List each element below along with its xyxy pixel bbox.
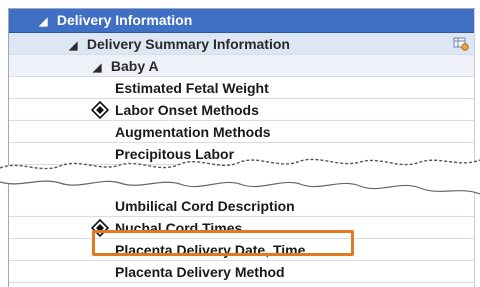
tree-item[interactable]: Augmentation Methods bbox=[9, 121, 475, 143]
panel-right-border bbox=[474, 9, 475, 287]
item-label: Augmentation Methods bbox=[115, 124, 271, 140]
item-label: Estimated Fetal Weight bbox=[115, 80, 269, 96]
highlight-box bbox=[92, 230, 354, 256]
tree-item[interactable]: Labor Onset Methods bbox=[9, 99, 475, 121]
item-label: Labor Onset Methods bbox=[115, 102, 259, 118]
customize-icon[interactable] bbox=[453, 37, 469, 51]
section-label: Delivery Information bbox=[56, 12, 193, 28]
group-baby-a[interactable]: ◢ Baby A bbox=[9, 55, 475, 77]
item-label: Placenta Delivery Method bbox=[115, 264, 285, 280]
collapse-triangle-icon[interactable]: ◢ bbox=[39, 15, 53, 28]
section-delivery-information[interactable]: ◢ Delivery Information bbox=[9, 9, 475, 33]
subsection-delivery-summary[interactable]: ◢ Delivery Summary Information bbox=[9, 33, 475, 55]
item-label: Umbilical Cord Description bbox=[115, 198, 295, 214]
tree-item[interactable]: Estimated Fetal Weight bbox=[9, 77, 475, 99]
torn-edge bbox=[0, 158, 480, 195]
subsection-label: Delivery Summary Information bbox=[86, 36, 290, 52]
tree-item[interactable]: Placenta Delivery Method bbox=[9, 261, 475, 283]
collapse-triangle-icon[interactable]: ◢ bbox=[93, 61, 107, 74]
collapse-triangle-icon[interactable]: ◢ bbox=[69, 39, 83, 52]
group-label: Baby A bbox=[110, 58, 159, 74]
required-diamond-icon bbox=[91, 101, 109, 119]
